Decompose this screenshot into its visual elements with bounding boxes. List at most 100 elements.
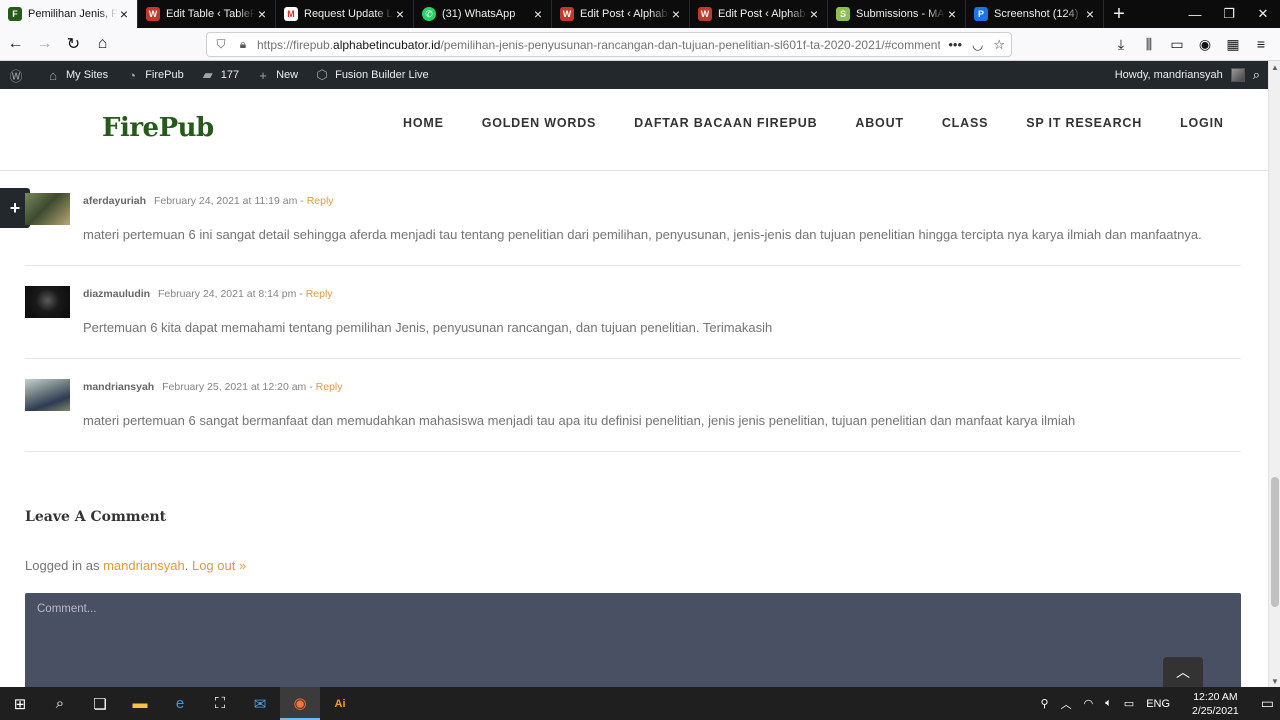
- url-text[interactable]: https://firepub.alphabetincubator.id/pem…: [257, 38, 940, 52]
- nav-home[interactable]: HOME: [403, 116, 444, 130]
- lock-icon[interactable]: 🔒︎: [235, 37, 251, 52]
- new-tab-button[interactable]: +: [1104, 0, 1134, 28]
- comment-author[interactable]: diazmauludin: [83, 288, 150, 300]
- nav-class[interactable]: CLASS: [942, 116, 988, 130]
- scrollbar-thumb[interactable]: [1271, 477, 1279, 607]
- close-tab-icon[interactable]: ×: [531, 7, 545, 21]
- comments-button[interactable]: ▰ 177: [192, 61, 247, 89]
- nav-sp-it-research[interactable]: SP IT RESEARCH: [1026, 116, 1142, 130]
- home-icon[interactable]: ⌂: [89, 31, 116, 58]
- nav-golden-words[interactable]: GOLDEN WORDS: [482, 116, 596, 130]
- tab-title: Request Update Link: [304, 8, 393, 20]
- browser-tab[interactable]: W Edit Table ‹ TablePress ×: [138, 0, 276, 28]
- logout-link[interactable]: Log out »: [192, 558, 246, 573]
- page-actions-icon[interactable]: •••: [948, 37, 962, 53]
- submission-icon: S: [836, 7, 850, 21]
- pocket-icon[interactable]: ◡: [972, 37, 983, 53]
- close-tab-icon[interactable]: ×: [807, 7, 821, 21]
- chevron-up-icon[interactable]: ︿: [1055, 696, 1078, 712]
- notifications-icon[interactable]: ▭: [1255, 695, 1280, 712]
- address-bar[interactable]: ⛉ 🔒︎ https://firepub.alphabetincubator.i…: [206, 32, 1012, 57]
- forward-icon[interactable]: →: [31, 31, 58, 58]
- reply-link[interactable]: Reply: [316, 381, 343, 393]
- back-icon[interactable]: ←: [2, 31, 29, 58]
- site-name-button[interactable]: ◔ FirePub: [116, 61, 192, 89]
- scroll-down-arrow-icon[interactable]: ▼: [1269, 675, 1280, 687]
- nav-about[interactable]: ABOUT: [855, 116, 903, 130]
- main-navigation: HOME GOLDEN WORDS DAFTAR BACAAN FIREPUB …: [403, 116, 1224, 130]
- minimize-icon[interactable]: —: [1178, 0, 1212, 28]
- comment-date[interactable]: February 24, 2021 at 11:19 am: [154, 195, 297, 207]
- browser-tab[interactable]: W Edit Post ‹ Alphabet ×: [552, 0, 690, 28]
- language-indicator[interactable]: ENG: [1140, 698, 1176, 710]
- wordpress-icon: W: [560, 7, 574, 21]
- close-tab-icon[interactable]: ×: [393, 7, 407, 21]
- reply-link[interactable]: Reply: [306, 288, 333, 300]
- close-window-icon[interactable]: ✕: [1246, 0, 1280, 28]
- edge-icon[interactable]: e: [160, 687, 200, 720]
- browser-tab[interactable]: W Edit Post ‹ Alphabet ×: [690, 0, 828, 28]
- bookmark-star-icon[interactable]: ☆: [993, 37, 1005, 53]
- download-icon[interactable]: ⤓: [1110, 32, 1132, 56]
- people-icon[interactable]: ⚲: [1035, 697, 1055, 710]
- close-tab-icon[interactable]: ×: [117, 7, 131, 21]
- browser-tab[interactable]: S Submissions - MAVIS ×: [828, 0, 966, 28]
- shield-icon[interactable]: ⛉: [213, 37, 229, 52]
- windows-taskbar: ⊞ ⌕ ❏ ▬ e ⛶ ✉ ◉ Ai ⚲ ︿ ◠ 🔈︎ ▭ ENG 12:20 …: [0, 687, 1280, 720]
- volume-icon[interactable]: 🔈︎: [1099, 697, 1118, 710]
- scroll-to-top-button[interactable]: ︿: [1163, 657, 1203, 687]
- firefox-icon[interactable]: ◉: [280, 687, 320, 720]
- browser-tab[interactable]: P Screenshot (124) — ×: [966, 0, 1104, 28]
- site-logo[interactable]: FirePub: [102, 113, 214, 143]
- close-tab-icon[interactable]: ×: [945, 7, 959, 21]
- clock[interactable]: 12:20 AM 2/25/2021: [1176, 690, 1255, 718]
- close-tab-icon[interactable]: ×: [1083, 7, 1097, 21]
- account-icon[interactable]: ◉: [1194, 32, 1216, 56]
- logged-in-notice: Logged in as mandriansyah. Log out »: [25, 558, 247, 573]
- browser-tab[interactable]: ✆ (31) WhatsApp ×: [414, 0, 552, 28]
- library-icon[interactable]: ⫼: [1138, 32, 1160, 56]
- restore-icon[interactable]: ❐: [1212, 0, 1246, 28]
- windows-start-icon[interactable]: ⊞: [0, 687, 40, 720]
- new-content-button[interactable]: + New: [247, 61, 306, 89]
- tab-title: (31) WhatsApp: [442, 8, 516, 20]
- file-explorer-icon[interactable]: ▬: [120, 687, 160, 720]
- search-icon[interactable]: ⌕: [40, 687, 80, 720]
- comment-date[interactable]: February 24, 2021 at 8:14 pm: [158, 288, 296, 300]
- store-icon[interactable]: ⛶: [200, 687, 240, 720]
- wifi-icon[interactable]: ◠: [1078, 697, 1100, 710]
- nav-daftar-bacaan[interactable]: DAFTAR BACAAN FIREPUB: [634, 116, 817, 130]
- extensions-icon[interactable]: ▦: [1222, 32, 1244, 56]
- comment-date[interactable]: February 25, 2021 at 12:20 am: [162, 381, 306, 393]
- browser-tab[interactable]: F Pemilihan Jenis, Penyusunan ×: [0, 0, 138, 28]
- menu-icon[interactable]: ≡: [1250, 32, 1272, 56]
- wordpress-icon: Ⓦ: [9, 68, 23, 84]
- tab-title: Edit Post ‹ Alphabet: [718, 8, 807, 20]
- page-scrollbar[interactable]: ▲ ▼: [1268, 61, 1280, 687]
- comment-author[interactable]: mandriansyah: [83, 381, 154, 393]
- reload-icon[interactable]: ↻: [60, 31, 87, 58]
- avatar: [25, 286, 70, 318]
- wordpress-logo-button[interactable]: Ⓦ: [0, 61, 37, 89]
- task-view-icon[interactable]: ❏: [80, 687, 120, 720]
- my-sites-button[interactable]: ⌂ My Sites: [37, 61, 116, 89]
- howdy-user[interactable]: Howdy, mandriansyah: [1115, 69, 1223, 81]
- close-tab-icon[interactable]: ×: [669, 7, 683, 21]
- close-tab-icon[interactable]: ×: [255, 7, 269, 21]
- comment-text: materi pertemuan 6 sangat bermanfaat dan…: [83, 413, 1076, 428]
- fusion-builder-button[interactable]: ⬡ Fusion Builder Live: [306, 61, 437, 89]
- avatar: [25, 193, 70, 225]
- nav-login[interactable]: LOGIN: [1180, 116, 1224, 130]
- scroll-up-arrow-icon[interactable]: ▲: [1269, 61, 1280, 73]
- browser-tab[interactable]: M Request Update Link ×: [276, 0, 414, 28]
- reply-link[interactable]: Reply: [307, 195, 334, 207]
- battery-icon[interactable]: ▭: [1118, 697, 1140, 710]
- illustrator-icon[interactable]: Ai: [320, 687, 360, 720]
- comment-author[interactable]: aferdayuriah: [83, 195, 146, 207]
- sidebar-icon[interactable]: ▭: [1166, 32, 1188, 56]
- mail-icon[interactable]: ✉: [240, 687, 280, 720]
- logged-user-link[interactable]: mandriansyah: [103, 558, 185, 573]
- search-icon[interactable]: ⌕: [1253, 67, 1260, 83]
- avatar[interactable]: [1230, 68, 1245, 82]
- tab-title: Pemilihan Jenis, Penyusunan: [28, 8, 117, 20]
